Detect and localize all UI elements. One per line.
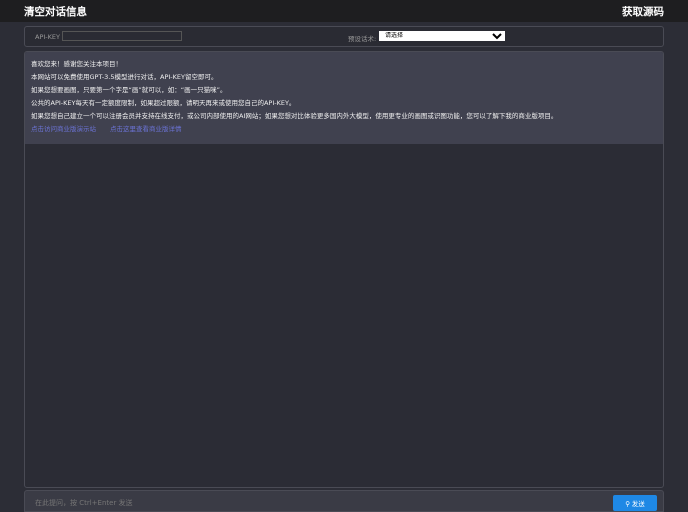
get-source-link[interactable]: 获取源码 xyxy=(622,4,664,19)
welcome-message: 喜欢您来！感谢您关注本项目！ 本网站可以免费使用GPT-3.5模型进行对话，AP… xyxy=(25,52,663,144)
message-line: 如果您想要画图，只要第一个字是“画”就可以，如：“画一只猫咪”。 xyxy=(31,86,227,94)
message-line: 如果您想自己建立一个可以注册会员并支持在线支付，或公司内部使用的AI网站；如果您… xyxy=(31,112,558,120)
chat-area: 喜欢您来！感谢您关注本项目！ 本网站可以免费使用GPT-3.5模型进行对话，AP… xyxy=(24,51,664,488)
api-key-label: API-KEY xyxy=(35,33,60,41)
input-bar: ⚲ 发送 xyxy=(24,490,664,512)
top-bar: 清空对话信息 获取源码 xyxy=(0,0,688,22)
send-label: 发送 xyxy=(631,501,645,508)
demo-link[interactable]: 点击访问商业版演示站 xyxy=(31,125,96,133)
message-line: 喜欢您来！感谢您关注本项目！ xyxy=(31,60,122,68)
api-key-input[interactable] xyxy=(62,31,182,41)
clear-chat-button[interactable]: 清空对话信息 xyxy=(24,4,87,19)
preset-select[interactable]: 请选择 xyxy=(379,31,505,41)
question-input[interactable] xyxy=(35,498,595,510)
message-line: 公共的API-KEY每天有一定额度限制，如果超过限额，请明天再来或使用您自己的A… xyxy=(31,99,296,107)
preset-label: 预设话术: xyxy=(348,35,377,43)
config-bar: API-KEY 预设话术: 请选择 xyxy=(24,26,664,47)
message-line: 本网站可以免费使用GPT-3.5模型进行对话，API-KEY留空即可。 xyxy=(31,73,218,81)
details-link[interactable]: 点击这里查看商业版详情 xyxy=(110,125,182,133)
send-icon: ⚲ xyxy=(625,501,632,508)
send-button[interactable]: ⚲ 发送 xyxy=(613,495,657,511)
